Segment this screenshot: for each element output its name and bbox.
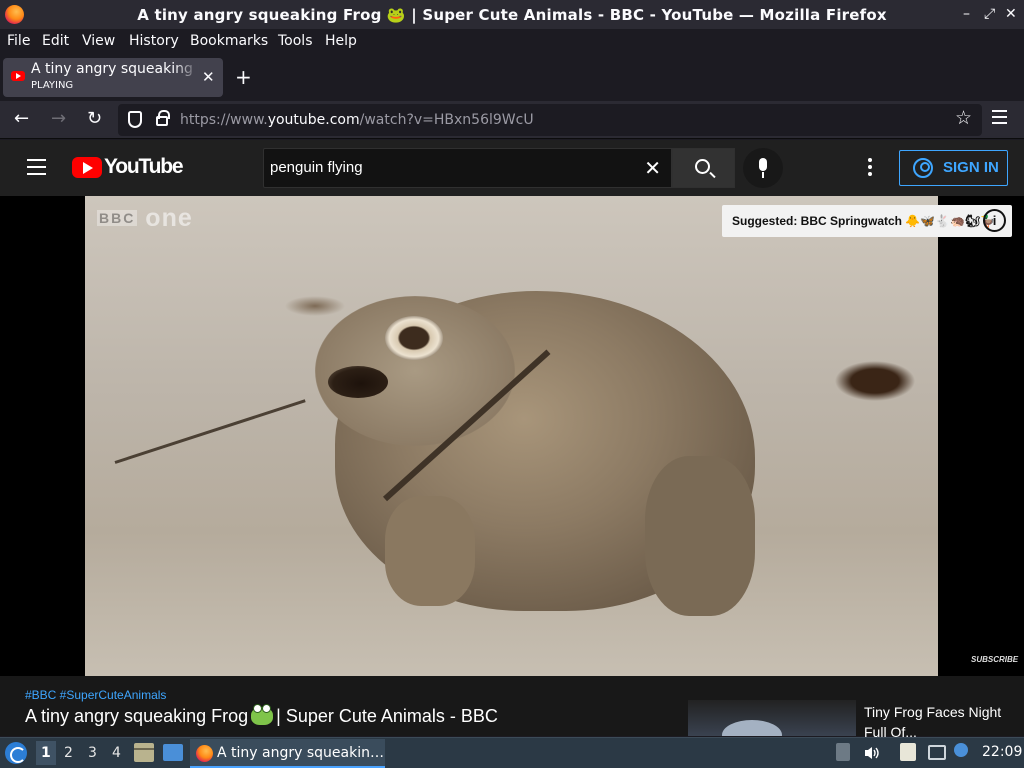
bbc-watermark-text: BBC <box>97 210 138 226</box>
settings-more-icon[interactable] <box>868 158 872 179</box>
taskbar: 1 2 3 4 A tiny angry squeakin… 22:09 <box>0 737 1024 768</box>
url-text[interactable]: https://www.youtube.com/watch?v=HBxn56l9… <box>180 112 534 128</box>
hashtags-link[interactable]: #BBC #SuperCuteAnimals <box>25 688 166 702</box>
menu-file[interactable]: File <box>7 33 30 49</box>
sign-in-button[interactable]: SIGN IN <box>899 150 1008 186</box>
forward-button[interactable]: → <box>51 108 66 129</box>
info-icon[interactable]: i <box>983 209 1006 232</box>
minimize-button[interactable]: – <box>963 6 970 22</box>
tab-label: A tiny angry squeaking Frog <box>31 61 199 77</box>
subscribe-watermark[interactable]: SUBSCRIBE <box>971 655 1018 664</box>
show-desktop-icon[interactable] <box>163 744 183 761</box>
window-title: A tiny angry squeaking Frog 🐸 | Super Cu… <box>137 6 887 24</box>
search-input[interactable] <box>270 159 630 176</box>
update-notifier-icon[interactable] <box>954 743 968 757</box>
related-video-thumbnail[interactable] <box>688 700 856 736</box>
network-icon[interactable] <box>928 745 946 760</box>
tracking-protection-shield-icon[interactable] <box>128 111 142 128</box>
twig <box>114 399 306 464</box>
task-label: A tiny angry squeakin… <box>217 745 384 761</box>
search-button[interactable] <box>672 148 735 188</box>
menu-view[interactable]: View <box>82 33 115 49</box>
close-window-button[interactable]: ✕ <box>1005 6 1017 22</box>
maximize-button[interactable]: ⤢ <box>984 6 995 22</box>
one-watermark-text: one <box>145 204 193 232</box>
bookmark-star-icon[interactable]: ☆ <box>955 107 972 129</box>
tray-up-arrow-icon[interactable] <box>836 743 850 761</box>
back-button[interactable]: ← <box>14 108 29 129</box>
video-info-section: #BBC #SuperCuteAnimals A tiny angry sque… <box>0 676 1024 740</box>
frog-front-leg <box>385 496 475 606</box>
related-video-title[interactable]: Tiny Frog Faces Night Full Of... <box>864 702 1014 742</box>
tab-strip: A tiny angry squeaking Frog PLAYING ✕ + <box>0 54 1024 101</box>
clear-search-icon[interactable]: ✕ <box>644 156 661 180</box>
clipboard-icon[interactable] <box>900 743 916 761</box>
app-menu-icon[interactable] <box>992 110 1007 128</box>
menu-bar: File Edit View History Bookmarks Tools H… <box>0 29 1024 54</box>
workspace-1[interactable]: 1 <box>36 741 56 765</box>
frog-eye <box>385 316 443 360</box>
voice-search-mic-icon[interactable] <box>743 148 783 188</box>
reload-button[interactable]: ↻ <box>87 108 102 129</box>
search-box[interactable]: ✕ <box>263 148 672 188</box>
tab-playing-label: PLAYING <box>31 80 74 91</box>
sign-in-label: SIGN IN <box>943 159 999 176</box>
menu-bookmarks[interactable]: Bookmarks <box>190 33 268 49</box>
youtube-favicon-icon <box>11 71 25 81</box>
suggested-video-card[interactable]: Suggested: BBC Springwatch 🐥🦋🐇🦔🐿🦆 i <box>722 205 1012 237</box>
tab-youtube[interactable]: A tiny angry squeaking Frog PLAYING ✕ <box>3 58 223 97</box>
workspace-3[interactable]: 3 <box>88 745 97 761</box>
frog-back-leg <box>645 456 755 616</box>
taskbar-firefox-task[interactable]: A tiny angry squeakin… <box>190 739 385 768</box>
new-tab-button[interactable]: + <box>235 65 252 89</box>
youtube-header: YouTube ✕ SIGN IN <box>0 140 1024 196</box>
video-title: A tiny angry squeaking Frog | Super Cute … <box>25 704 498 726</box>
volume-icon[interactable] <box>864 745 880 761</box>
menu-edit[interactable]: Edit <box>42 33 69 49</box>
clock: 22:09 <box>982 744 1023 760</box>
youtube-logo-icon[interactable] <box>72 157 102 178</box>
url-bar[interactable]: https://www.youtube.com/watch?v=HBxn56l9… <box>118 104 982 136</box>
account-icon <box>913 158 933 178</box>
workspace-2[interactable]: 2 <box>64 745 73 761</box>
lock-icon[interactable] <box>156 110 170 126</box>
menu-help[interactable]: Help <box>325 33 357 49</box>
frog-mouth <box>328 366 388 398</box>
start-menu-icon[interactable] <box>5 742 27 764</box>
navigation-bar: ← → ↻ https://www.youtube.com/watch?v=HB… <box>0 101 1024 139</box>
firefox-icon <box>196 745 213 762</box>
bbc-one-watermark: BBC one <box>97 204 193 233</box>
frog-emoji-icon <box>251 704 274 725</box>
workspace-4[interactable]: 4 <box>112 745 121 761</box>
tab-close-button[interactable]: ✕ <box>202 68 215 86</box>
video-player[interactable]: BBC one Suggested: BBC Springwatch 🐥🦋🐇🦔🐿… <box>0 196 1024 676</box>
window-titlebar: A tiny angry squeaking Frog 🐸 | Super Cu… <box>0 0 1024 29</box>
menu-history[interactable]: History <box>129 33 179 49</box>
file-manager-icon[interactable] <box>134 743 154 762</box>
video-frame-frog[interactable]: BBC one <box>85 196 938 676</box>
youtube-logo-text[interactable]: YouTube <box>104 155 184 179</box>
guide-menu-icon[interactable] <box>27 159 46 180</box>
menu-tools[interactable]: Tools <box>278 33 313 49</box>
search-icon <box>695 159 710 174</box>
suggested-text[interactable]: Suggested: BBC Springwatch 🐥🦋🐇🦔🐿🦆 <box>732 214 995 228</box>
